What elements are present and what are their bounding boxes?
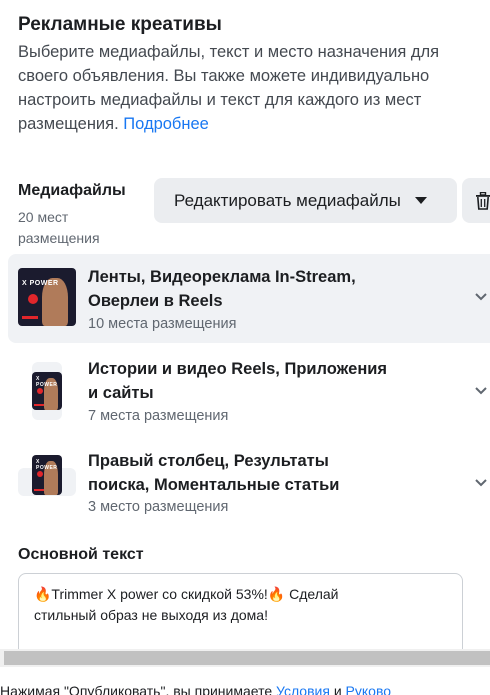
ad-thumbnail: X POWER [18,268,76,326]
placement-count: 3 место размещения [88,499,229,515]
chevron-down-icon [475,293,487,301]
placement-count: 7 места размещения [88,408,229,424]
edit-media-label: Редактировать медиафайлы [174,190,401,210]
placement-feeds[interactable]: X POWER Ленты, Видеореклама In-Stream, О… [8,254,490,343]
primary-text-label: Основной текст [18,546,144,563]
guidelines-link[interactable]: Руково [346,683,391,695]
media-placement-count: 20 мест размещения [18,209,100,246]
section-description: Выберите медиафайлы, текст и место назна… [18,40,480,136]
ad-thumbnail: X POWER [32,372,62,410]
delete-media-button[interactable] [462,178,490,223]
horizontal-scrollbar[interactable] [0,649,490,667]
scrollbar-thumb[interactable] [4,651,490,665]
placement-title: Правый столбец, Результаты поиска, Момен… [88,452,340,494]
ad-thumbnail: X POWER [32,455,62,495]
edit-media-button[interactable]: Редактировать медиафайлы [154,178,457,223]
placement-count: 10 места размещения [88,316,237,332]
chevron-down-icon [475,479,487,487]
terms-link[interactable]: Условия [276,683,330,695]
learn-more-link[interactable]: Подробнее [123,115,209,133]
media-label: Медиафайлы [18,182,126,199]
placement-right-column[interactable]: X POWER Правый столбец, Результаты поиск… [8,438,490,528]
description-text: Выберите медиафайлы, текст и место назна… [18,43,440,133]
terms-note: Нажимая "Опубликовать", вы принимаете Ус… [0,683,391,695]
trash-icon [476,191,490,210]
section-title: Рекламные креативы [18,14,222,35]
placement-stories-reels[interactable]: X POWER Истории и видео Reels, Приложени… [8,346,490,436]
placement-title: Ленты, Видеореклама In-Stream, Оверлеи в… [88,268,356,310]
chevron-down-icon [475,387,487,395]
caret-down-icon [414,197,427,204]
placement-title: Истории и видео Reels, Приложения и сайт… [88,360,388,402]
